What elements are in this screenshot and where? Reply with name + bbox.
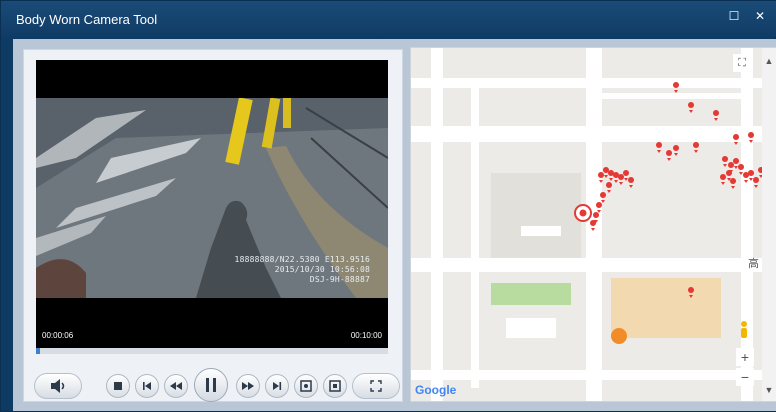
google-logo: Google [415, 383, 457, 397]
zoom-in-button[interactable]: + [736, 348, 754, 366]
gps-point-marker [596, 202, 603, 213]
skip-back-icon [143, 382, 151, 390]
gps-point-marker [693, 142, 700, 153]
gps-point-marker [673, 145, 680, 156]
gps-point-marker [688, 102, 695, 113]
gps-point-marker [688, 287, 695, 298]
pause-button[interactable] [194, 368, 228, 402]
gps-point-marker [720, 174, 727, 185]
close-button[interactable]: ✕ [749, 7, 771, 25]
pause-icon [206, 378, 216, 392]
scroll-down-icon[interactable]: ▼ [764, 385, 774, 395]
gps-point-marker [606, 182, 613, 193]
map-scrollbar[interactable]: ▲ ▼ [762, 48, 776, 401]
gps-point-marker [618, 174, 625, 185]
video-frame: 18888888/N22.5380 E113.9516 2015/10/30 1… [36, 98, 388, 298]
gps-point-marker [733, 134, 740, 145]
fullscreen-button[interactable] [352, 373, 400, 399]
gps-point-marker [628, 177, 635, 188]
restaurant-poi-icon[interactable] [611, 328, 627, 344]
video-player-panel: 18888888/N22.5380 E113.9516 2015/10/30 1… [23, 49, 403, 402]
scroll-up-icon[interactable]: ▲ [764, 56, 774, 66]
gps-point-marker [713, 110, 720, 121]
previous-button[interactable] [135, 374, 159, 398]
fast-forward-icon [242, 382, 254, 390]
progress-bar[interactable] [36, 348, 388, 354]
next-button[interactable] [265, 374, 289, 398]
window-title: Body Worn Camera Tool [16, 12, 158, 27]
map-fullscreen-icon[interactable]: ⛶ [733, 54, 751, 72]
title-bar: Body Worn Camera Tool ☐ ✕ [1, 1, 776, 37]
stop-button[interactable] [106, 374, 130, 398]
rewind-icon [170, 382, 182, 390]
current-position-dot [579, 209, 587, 217]
skip-forward-icon [273, 382, 282, 390]
gps-point-marker [748, 132, 755, 143]
progress-fill [36, 348, 40, 354]
gps-point-marker [666, 150, 673, 161]
total-time: 00:10:00 [350, 331, 382, 340]
snapshot-icon [300, 380, 312, 392]
video-viewport[interactable]: 18888888/N22.5380 E113.9516 2015/10/30 1… [36, 60, 388, 348]
player-controls [24, 366, 402, 402]
current-time: 00:00:06 [42, 331, 74, 340]
gps-point-marker [598, 172, 605, 183]
gps-point-marker [673, 82, 680, 93]
datetime-overlay: 2015/10/30 10:56:08 [274, 265, 370, 274]
zoom-out-button[interactable]: − [736, 368, 754, 386]
gps-point-marker [753, 177, 760, 188]
gps-overlay: 18888888/N22.5380 E113.9516 [234, 255, 370, 264]
map-place-label: 高 [748, 258, 759, 270]
volume-button[interactable] [34, 373, 82, 399]
fullscreen-icon [370, 380, 382, 392]
client-area: 18888888/N22.5380 E113.9516 2015/10/30 1… [13, 39, 776, 411]
clip-icon [329, 380, 341, 392]
app-window: Body Worn Camera Tool ☐ ✕ 18888888/N22.5… [0, 0, 776, 412]
gps-point-marker [600, 192, 607, 203]
record-clip-button[interactable] [323, 374, 347, 398]
gps-point-marker [656, 142, 663, 153]
street-view-pegman-icon[interactable] [737, 320, 751, 342]
gps-point-marker [738, 164, 745, 175]
fast-forward-button[interactable] [236, 374, 260, 398]
snapshot-button[interactable] [294, 374, 318, 398]
stop-icon [114, 382, 122, 390]
maximize-button[interactable]: ☐ [723, 7, 745, 25]
gps-point-marker [722, 156, 729, 167]
map-panel[interactable]: ⛶ 高 + − Google ▲ ▼ [410, 47, 776, 402]
gps-track-markers [574, 82, 765, 298]
gps-point-marker [730, 178, 737, 189]
gps-point-marker [590, 220, 597, 231]
device-id-overlay: DSJ-9H-88887 [309, 275, 370, 284]
rewind-button[interactable] [164, 374, 188, 398]
speaker-icon [51, 379, 65, 393]
